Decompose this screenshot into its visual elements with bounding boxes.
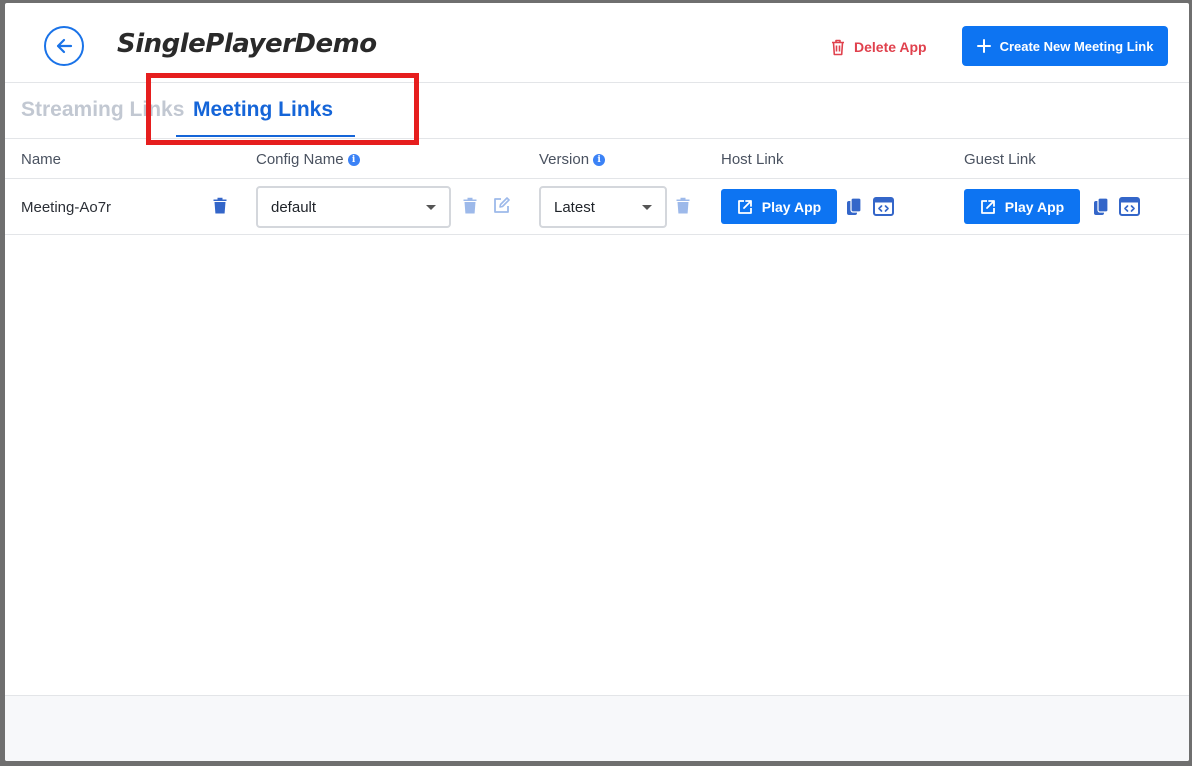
version-select[interactable]: Latest — [539, 186, 667, 228]
chevron-down-icon — [642, 205, 652, 210]
guest-play-app-button[interactable]: Play App — [964, 189, 1080, 224]
delete-version-button[interactable] — [674, 195, 692, 215]
info-icon[interactable]: i — [347, 153, 360, 166]
column-header-label: Name — [21, 151, 62, 168]
column-header-label: Config Name — [256, 151, 344, 168]
back-button[interactable] — [44, 26, 84, 66]
column-header-version: Version i — [539, 151, 606, 168]
column-header-config: Config Name i — [256, 151, 360, 168]
embed-code-icon — [1118, 197, 1140, 216]
trash-icon — [676, 197, 690, 213]
app-window: SinglePlayerDemo Delete App Create New M… — [5, 3, 1189, 761]
embed-host-link-button[interactable] — [872, 196, 894, 217]
meeting-name: Meeting-Ao7r — [21, 199, 112, 216]
header: SinglePlayerDemo Delete App Create New M… — [5, 3, 1189, 83]
tab-bar: Streaming Links Meeting Links — [5, 84, 1189, 139]
tab-meeting-links[interactable]: Meeting Links — [193, 98, 333, 122]
column-header-guest-link: Guest Link — [964, 151, 1036, 168]
trash-outline-icon — [832, 39, 844, 55]
column-header-label: Guest Link — [964, 151, 1036, 168]
create-meeting-link-label: Create New Meeting Link — [999, 38, 1154, 54]
column-header-host-link: Host Link — [721, 151, 784, 168]
copy-guest-link-button[interactable] — [1092, 196, 1110, 217]
plus-icon — [976, 39, 991, 53]
create-meeting-link-button[interactable]: Create New Meeting Link — [962, 26, 1168, 66]
app-title: SinglePlayerDemo — [117, 29, 377, 59]
config-name-select[interactable]: default — [256, 186, 451, 228]
host-play-app-label: Play App — [761, 198, 822, 215]
trash-icon — [463, 197, 477, 213]
column-header-name: Name — [21, 151, 61, 168]
delete-app-button[interactable]: Delete App — [831, 37, 927, 57]
copy-icon — [1093, 197, 1109, 215]
edit-config-button[interactable] — [490, 194, 512, 216]
trash-icon — [213, 197, 227, 213]
version-value: Latest — [554, 198, 595, 216]
config-name-value: default — [271, 198, 317, 216]
column-header-label: Version — [539, 151, 590, 168]
host-play-app-button[interactable]: Play App — [721, 189, 837, 224]
open-external-icon — [737, 199, 752, 214]
copy-icon — [846, 197, 862, 215]
open-external-icon — [980, 199, 995, 214]
chevron-down-icon — [426, 205, 436, 210]
edit-icon — [493, 196, 510, 213]
tab-streaming-links[interactable]: Streaming Links — [21, 98, 184, 122]
delete-config-button[interactable] — [461, 195, 479, 215]
copy-host-link-button[interactable] — [845, 196, 863, 217]
active-tab-indicator — [176, 135, 355, 137]
arrow-left-icon — [56, 38, 73, 54]
embed-guest-link-button[interactable] — [1118, 196, 1140, 217]
column-header-label: Host Link — [721, 151, 784, 168]
guest-play-app-label: Play App — [1004, 198, 1065, 215]
footer-bar — [5, 695, 1189, 761]
info-icon[interactable]: i — [593, 153, 606, 166]
divider — [5, 234, 1189, 235]
divider — [5, 178, 1189, 179]
delete-meeting-button[interactable] — [211, 195, 229, 215]
delete-app-label: Delete App — [854, 39, 927, 55]
embed-code-icon — [872, 197, 894, 216]
